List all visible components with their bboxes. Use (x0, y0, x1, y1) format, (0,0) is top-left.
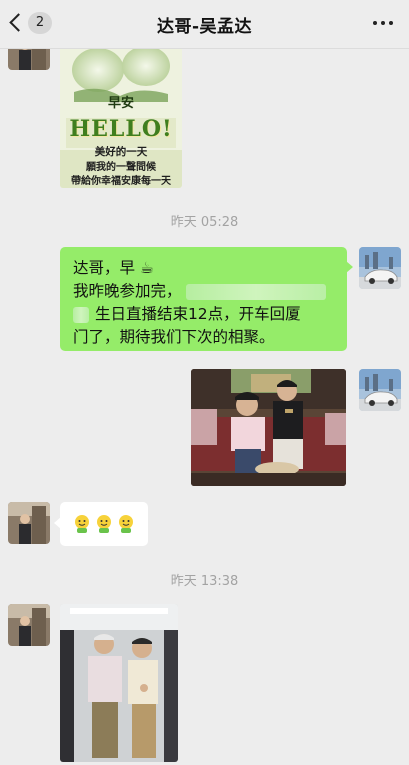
contact-photo-message[interactable] (60, 604, 178, 762)
more-dot (381, 21, 385, 25)
timestamp: 昨天 13:38 (170, 574, 239, 589)
chevron-left-icon (9, 13, 28, 32)
chat-header: 2 达哥-吴孟达 (0, 0, 409, 49)
contact-avatar[interactable] (8, 502, 50, 544)
greeting-line-blessing: 帶給你幸福安康每一天 (71, 176, 171, 187)
message-line-4: 门了，期待我们下次的相聚。 (73, 328, 275, 346)
self-text-bubble[interactable]: 达哥，早 ☕ 我昨晚参加完， 生日直播结束12点，开车回厦 门了，期待我们下次的… (60, 247, 353, 351)
blurred-text (73, 306, 89, 323)
contact-emoji-bubble[interactable] (54, 502, 148, 546)
smile-emoji-icon (97, 515, 111, 533)
smile-emoji-icon (75, 515, 89, 533)
more-dots-icon (373, 21, 377, 25)
timestamp: 昨天 05:28 (170, 215, 239, 230)
message-line-3: 生日直播结束12点，开车回厦 (94, 305, 301, 323)
self-avatar[interactable] (359, 369, 401, 411)
message-line: 我昨晚参加完， (73, 280, 335, 303)
contact-avatar[interactable] (8, 604, 50, 646)
self-photo-message[interactable] (191, 369, 346, 486)
greeting-line-day: 美好的一天 (94, 146, 148, 158)
chat-title: 达哥-吴孟达 (156, 16, 253, 37)
greeting-line-morning: 早安 (107, 96, 134, 111)
message-line-1: 达哥，早 (73, 259, 136, 277)
greeting-image[interactable]: 早安 HELLO! 美好的一天 願我的一聲問候 帶給你幸福安康每一天 (60, 40, 182, 188)
back-button[interactable]: 2 (8, 10, 52, 38)
message-line: 生日直播结束12点，开车回厦 (73, 303, 335, 326)
smile-emoji-icon (119, 515, 133, 533)
more-button[interactable] (373, 14, 395, 32)
more-dot (389, 21, 393, 25)
self-avatar[interactable] (359, 247, 401, 289)
message-line: 达哥，早 ☕ (73, 257, 335, 280)
message-line-2: 我昨晚参加完， (73, 282, 182, 300)
greeting-line-wish: 願我的一聲問候 (86, 162, 156, 173)
greeting-hello: HELLO! (69, 116, 173, 142)
coffee-emoji: ☕ (139, 259, 154, 277)
unread-count-badge: 2 (28, 12, 52, 34)
blurred-text (186, 283, 327, 300)
